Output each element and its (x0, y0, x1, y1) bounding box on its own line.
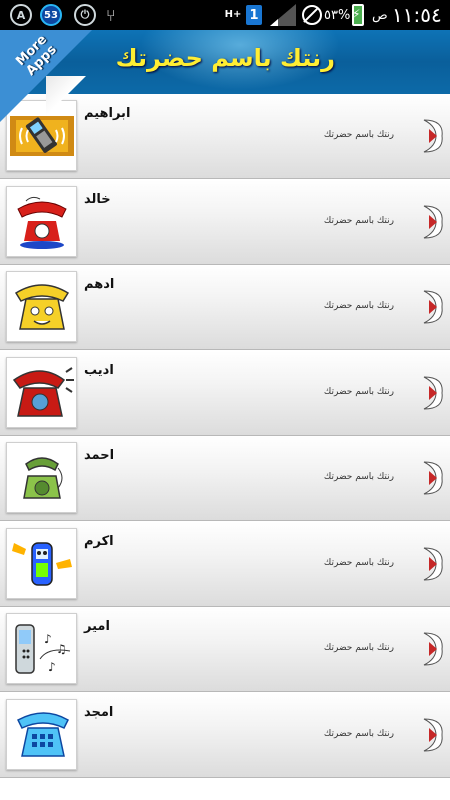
list-item[interactable]: احمد رنتك باسم حضرتك (0, 436, 450, 521)
contact-name: اديب (84, 362, 114, 378)
time-suffix: ص (372, 7, 388, 23)
list-item[interactable]: خالد رنتك باسم حضرتك (0, 179, 450, 265)
battery-icon (352, 0, 364, 30)
item-subtitle: رنتك باسم حضرتك (323, 643, 394, 653)
battery-percent: ٥٣% (324, 7, 351, 23)
green-phone-icon (6, 442, 77, 513)
contact-name: ادهم (84, 277, 115, 292)
svg-text:♫: ♫ (56, 642, 67, 656)
status-icon-a: A (10, 0, 32, 30)
item-subtitle: رنتك باسم حضرتك (323, 557, 394, 568)
list-item[interactable]: اكرم رنتك باسم حضرتك (0, 521, 450, 607)
item-subtitle: رنتك باسم حضرتك (323, 130, 394, 140)
sim-slot: 1 (246, 5, 262, 25)
cartoon-phone-icon (6, 271, 77, 342)
item-subtitle: رنتك باسم حضرتك (323, 728, 394, 739)
play-arrow-icon[interactable] (422, 629, 444, 669)
list-item[interactable]: ♪ ♫ ♪ امير رنتك باسم حضرتك (0, 607, 450, 692)
svg-text:♪: ♪ (48, 660, 56, 674)
red-phone-icon (6, 185, 77, 257)
app-title: رنتك باسم حضرتك (115, 44, 335, 72)
play-arrow-icon[interactable] (422, 116, 444, 156)
mobile-character-icon (6, 527, 77, 599)
item-subtitle: رنتك باسم حضرتك (323, 386, 394, 397)
item-subtitle: رنتك باسم حضرتك (323, 215, 394, 226)
ringing-red-phone-icon (6, 356, 77, 428)
power-icon: ⏻ (74, 4, 96, 26)
power-icon-wrap: ⏻ (74, 0, 96, 30)
contact-name: امجد (84, 704, 114, 720)
status-bar: A 53 ⏻ ⑂ H+ 1 ٥٣% ص ١١:٥٤ (0, 0, 450, 30)
ringtone-list: ابراهيم رنتك باسم حضرتك خالد رنتك باسم حضرت… (0, 94, 450, 800)
network-type-wrap: H+ (224, 0, 242, 30)
list-item[interactable]: ادهم رنتك باسم حضرتك (0, 265, 450, 350)
item-subtitle: رنتك باسم حضرتك (323, 472, 394, 482)
contact-name: خالد (84, 191, 111, 207)
contact-name: احمد (84, 448, 115, 463)
contact-name: اكرم (84, 533, 114, 549)
play-arrow-icon[interactable] (422, 373, 444, 413)
play-arrow-icon[interactable] (422, 544, 444, 584)
play-arrow-icon[interactable] (422, 458, 444, 498)
svg-text:♪: ♪ (44, 632, 52, 646)
play-arrow-icon[interactable] (422, 287, 444, 327)
sim-icon-wrap: 1 (246, 0, 262, 30)
play-arrow-icon[interactable] (422, 202, 444, 242)
usb-icon: ⑂ (106, 5, 116, 25)
signal-icon (270, 0, 296, 30)
account-icon: A (10, 4, 32, 26)
blue-phone-icon (6, 698, 77, 770)
list-item[interactable]: امجد رنتك باسم حضرتك (0, 692, 450, 778)
no-disturb-icon (302, 0, 322, 30)
clock: ١١:٥٤ (392, 3, 442, 27)
more-apps-button[interactable]: More Apps (0, 30, 96, 126)
play-arrow-icon[interactable] (422, 715, 444, 755)
contact-name: امير (84, 619, 110, 634)
list-item[interactable]: اديب رنتك باسم حضرتك (0, 350, 450, 436)
mobile-music-icon: ♪ ♫ ♪ (6, 613, 77, 684)
item-subtitle: رنتك باسم حضرتك (323, 301, 394, 311)
network-type: H+ (224, 9, 242, 20)
